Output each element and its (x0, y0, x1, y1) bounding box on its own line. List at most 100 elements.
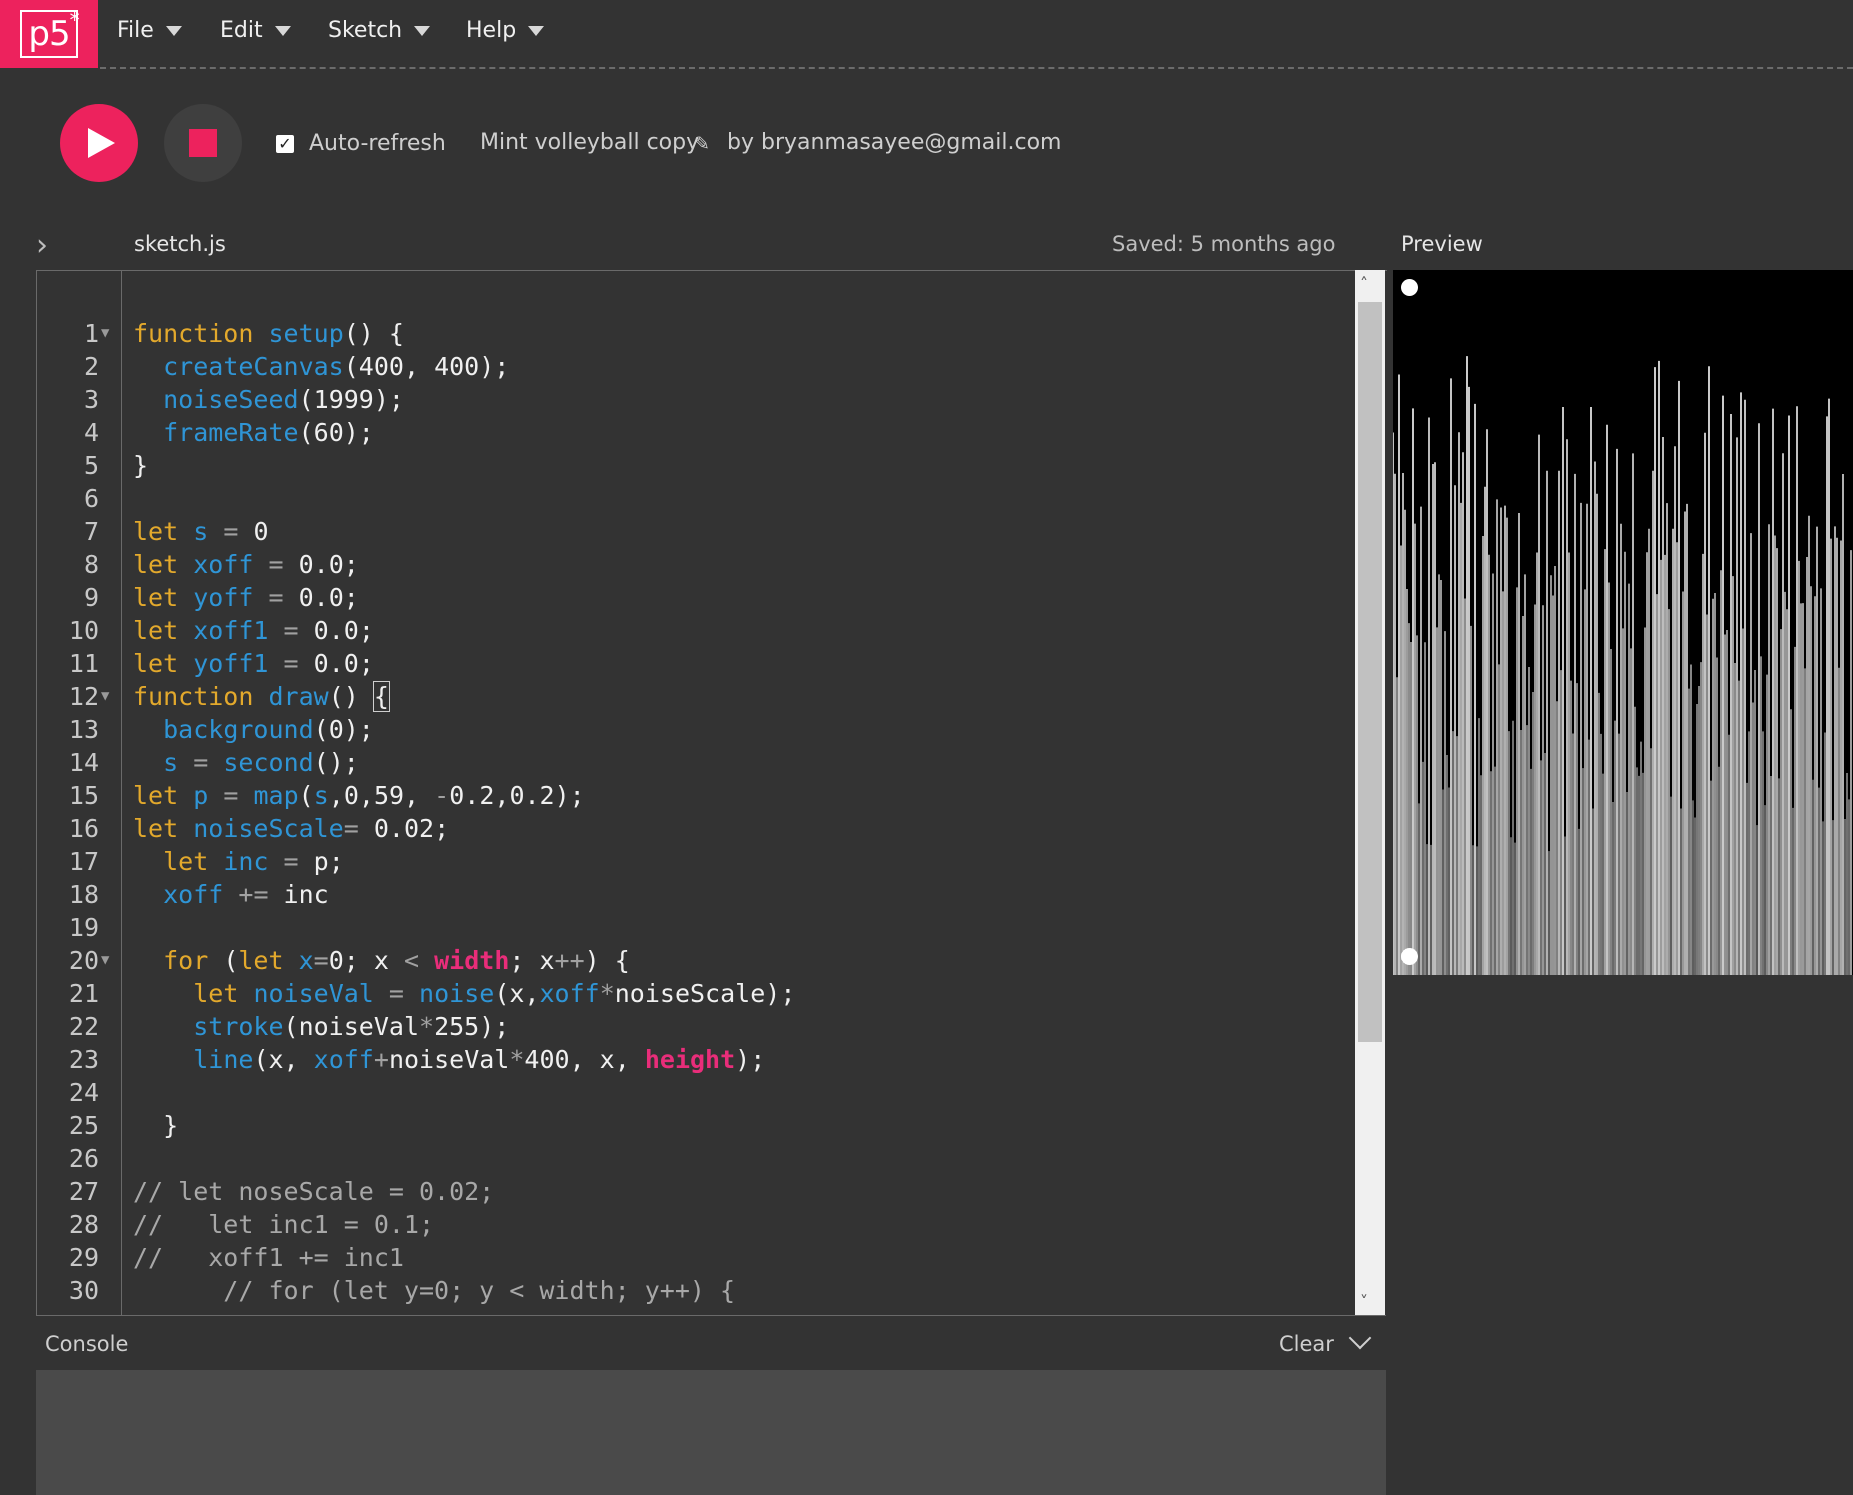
line-number: 10 (68, 616, 99, 645)
line-number: 16 (68, 814, 99, 843)
chevron-right-icon[interactable]: › (36, 228, 48, 263)
resize-handle-top[interactable] (1401, 279, 1418, 296)
code-line[interactable]: 7 let s = 0 (37, 515, 1357, 548)
code-text: let xoff1 = 0.0; (133, 616, 374, 645)
line-number: 9 (83, 583, 99, 612)
code-text: let yoff1 = 0.0; (133, 649, 374, 678)
auto-refresh-label[interactable]: Auto-refresh (309, 131, 446, 156)
code-text: let inc = p; (163, 847, 344, 876)
preview-label: Preview (1401, 232, 1483, 256)
line-number: 21 (68, 979, 99, 1008)
code-text: // for (let y=0; y < width; y++) { (133, 1276, 736, 1305)
menu-file-label: File (117, 18, 154, 43)
code-line[interactable]: 23 line(x, xoff+noiseVal*400, x, height)… (37, 1043, 1357, 1076)
code-line[interactable]: 17 let inc = p; (37, 845, 1357, 878)
project-name[interactable]: Mint volleyball copy (480, 130, 699, 155)
code-line[interactable]: 26 (37, 1142, 1357, 1175)
code-line[interactable]: 27 // let noseScale = 0.02; (37, 1175, 1357, 1208)
code-line[interactable]: 16 let noiseScale= 0.02; (37, 812, 1357, 845)
code-lines[interactable]: 1 ▼ function setup() {2 createCanvas(400, … (37, 317, 1357, 1307)
code-line[interactable]: 25 } (37, 1109, 1357, 1142)
code-line[interactable]: 21 let noiseVal = noise(x,xoff*noiseScal… (37, 977, 1357, 1010)
clear-button[interactable]: Clear (1279, 1332, 1334, 1356)
menu-edit[interactable]: Edit (220, 18, 291, 43)
code-text: let p = map(s,0,59, -0.2,0.2); (133, 781, 585, 810)
code-line[interactable]: 6 (37, 482, 1357, 515)
code-text: s = second(); (163, 748, 359, 777)
code-line[interactable]: 5} (37, 449, 1357, 482)
caret-down-icon (165, 25, 182, 36)
code-line[interactable]: 12 ▼ function draw() { (37, 680, 1357, 713)
line-number: 22 (68, 1012, 99, 1041)
code-line[interactable]: 10 let xoff1 = 0.0; (37, 614, 1357, 647)
line-number: 15 (68, 781, 99, 810)
line-number: 27 (68, 1177, 99, 1206)
code-line[interactable]: 13 background(0); (37, 713, 1357, 746)
chevron-down-icon[interactable]: ˅ (1360, 1292, 1368, 1311)
code-line[interactable]: 8 let xoff = 0.0; (37, 548, 1357, 581)
code-text: let xoff = 0.0; (133, 550, 359, 579)
code-line[interactable]: 14 s = second(); (37, 746, 1357, 779)
code-text: frameRate(60); (163, 418, 374, 447)
code-line[interactable]: 11 let yoff1 = 0.0; (37, 647, 1357, 680)
project-owner: by bryanmasayee@gmail.com (727, 130, 1062, 155)
line-number: 19 (68, 913, 99, 942)
menu-file[interactable]: File (117, 18, 182, 43)
p5-logo[interactable]: p5 * (0, 0, 98, 68)
line-number: 11 (68, 649, 99, 678)
line-number: 1 (83, 319, 99, 348)
line-number: 30 (68, 1276, 99, 1305)
preview-canvas[interactable] (1393, 270, 1853, 975)
code-line[interactable]: 30 // for (let y=0; y < width; y++) { (37, 1274, 1357, 1307)
menu-sketch[interactable]: Sketch (328, 18, 431, 43)
line-number: 28 (68, 1210, 99, 1239)
code-line[interactable]: 20 ▼ for (let x=0; x < width; x++) { (37, 944, 1357, 977)
code-line[interactable]: 3 noiseSeed(1999); (37, 383, 1357, 416)
code-line[interactable]: 22 stroke(noiseVal*255); (37, 1010, 1357, 1043)
nav-divider (100, 67, 1853, 69)
play-button[interactable] (60, 104, 138, 182)
noise-lines-render (1393, 356, 1852, 975)
menu-help-label: Help (466, 18, 517, 43)
code-line[interactable]: 4 frameRate(60); (37, 416, 1357, 449)
code-line[interactable]: 28 // let inc1 = 0.1; (37, 1208, 1357, 1241)
code-line[interactable]: 24 (37, 1076, 1357, 1109)
logo-text: p5 (28, 14, 70, 54)
code-editor[interactable]: 1 ▼ function setup() {2 createCanvas(400, … (36, 270, 1387, 1316)
code-line[interactable]: 9 let yoff = 0.0; (37, 581, 1357, 614)
code-line[interactable]: 2 createCanvas(400, 400); (37, 350, 1357, 383)
code-text: // let inc1 = 0.1; (133, 1210, 435, 1239)
code-text: createCanvas(400, 400); (163, 352, 510, 381)
code-line[interactable]: 29 // xoff1 += inc1 (37, 1241, 1357, 1274)
code-line[interactable]: 18 xoff += inc (37, 878, 1357, 911)
code-text: // xoff1 += inc1 (133, 1243, 404, 1272)
code-text: let noiseScale= 0.02; (133, 814, 450, 843)
code-text: background(0); (163, 715, 374, 744)
code-text: let noiseVal = noise(x,xoff*noiseScale); (193, 979, 796, 1008)
code-text: // let noseScale = 0.02; (133, 1177, 495, 1206)
console-header: Console Clear (36, 1315, 1386, 1371)
chevron-up-icon[interactable]: ˄ (1360, 274, 1368, 293)
console-output[interactable] (36, 1370, 1386, 1495)
scrollbar-thumb[interactable] (1358, 302, 1382, 1042)
fold-arrow-icon[interactable]: ▼ (101, 680, 109, 713)
pencil-icon[interactable]: ✎ (694, 133, 710, 155)
auto-refresh-checkbox[interactable]: ✓ (276, 135, 294, 153)
menu-help[interactable]: Help (466, 18, 545, 43)
resize-handle-bottom[interactable] (1401, 948, 1418, 965)
code-line[interactable]: 15 let p = map(s,0,59, -0.2,0.2); (37, 779, 1357, 812)
line-number: 20 (68, 946, 99, 975)
code-line[interactable]: 19 (37, 911, 1357, 944)
fold-arrow-icon[interactable]: ▼ (101, 317, 109, 350)
line-number: 2 (83, 352, 99, 381)
editor-scrollbar[interactable]: ˄ ˅ (1355, 270, 1385, 1315)
line-number: 7 (83, 517, 99, 546)
stop-button[interactable] (164, 104, 242, 182)
fold-arrow-icon[interactable]: ▼ (101, 944, 109, 977)
line-number: 5 (83, 451, 99, 480)
collapse-console-icon[interactable] (1348, 1326, 1372, 1350)
code-text: } (133, 1111, 179, 1140)
code-line[interactable]: 1 ▼ function setup() { (37, 317, 1357, 350)
line-number: 12 (68, 682, 99, 711)
line-number: 3 (83, 385, 99, 414)
